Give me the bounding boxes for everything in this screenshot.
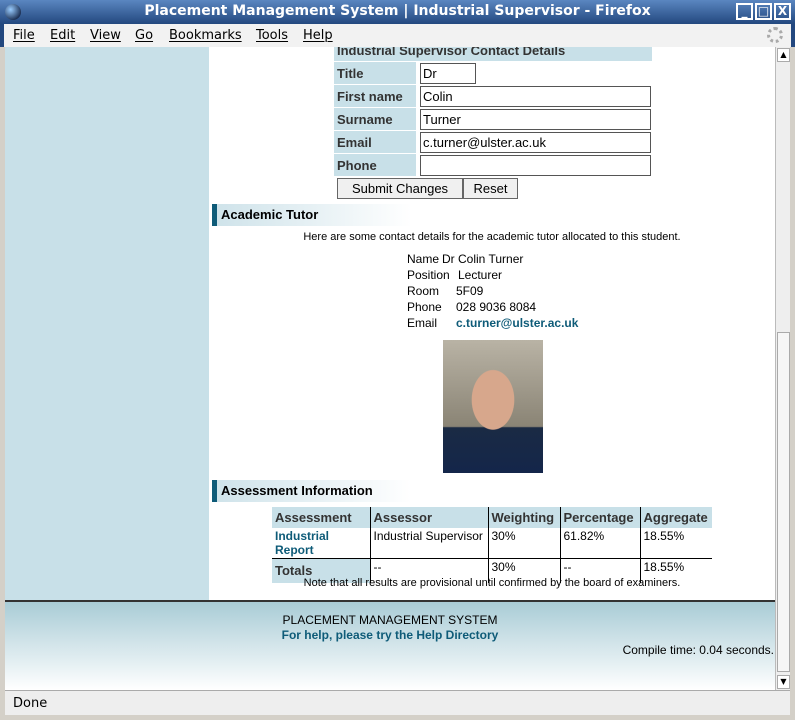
name-key: Name [407, 252, 440, 266]
industrial-report-link[interactable]: Industrial Report [275, 529, 329, 557]
submit-changes-button[interactable]: Submit Changes [337, 178, 463, 199]
menu-edit[interactable]: Edit [50, 28, 75, 43]
email-key: Email [407, 316, 438, 330]
table-row: Industrial Report Industrial Supervisor 30… [272, 528, 712, 559]
window-titlebar: Placement Management System | Industrial… [0, 0, 795, 24]
assessor-cell: Industrial Supervisor [370, 528, 489, 559]
col-weighting: Weighting [488, 507, 561, 528]
tutor-email-link[interactable]: c.turner@ulster.ac.uk [456, 316, 578, 330]
supervisor-heading: Industrial Supervisor Contact Details [334, 47, 652, 61]
surname-label: Surname [334, 108, 416, 130]
email-input[interactable] [420, 132, 651, 153]
title-input[interactable] [420, 63, 476, 84]
close-button[interactable]: X [774, 3, 791, 20]
academic-tutor-heading: Academic Tutor [212, 204, 412, 226]
col-assessment: Assessment [272, 507, 371, 528]
name-value: Dr Colin Turner [442, 252, 524, 266]
position-key: Position [407, 268, 450, 282]
col-assessor: Assessor [370, 507, 489, 528]
menu-help[interactable]: Help [303, 28, 333, 43]
window-title: Placement Management System | Industrial… [144, 3, 651, 19]
assessment-table: Assessment Assessor Weighting Percentage Agg… [272, 507, 712, 583]
tutor-intro: Here are some contact details for the ac… [303, 231, 681, 243]
status-bar: Done [5, 690, 790, 715]
menu-bookmarks[interactable]: Bookmarks [169, 28, 242, 43]
phone-input[interactable] [420, 155, 651, 176]
scroll-down-icon[interactable]: ▼ [777, 675, 790, 689]
phone-key: Phone [407, 300, 442, 314]
title-label: Title [334, 62, 416, 84]
vertical-scrollbar[interactable]: ▲ ▼ [775, 47, 790, 690]
aggregate-cell: 18.55% [643, 529, 685, 543]
position-value: Lecturer [458, 268, 503, 282]
surname-input[interactable] [420, 109, 651, 130]
page-content: Industrial Supervisor Contact Details Ti… [5, 47, 775, 690]
throbber-icon [767, 27, 783, 43]
provisional-note: Note that all results are provisional un… [303, 577, 681, 589]
email-label: Email [334, 131, 416, 153]
phone-value: 028 9036 8084 [456, 300, 537, 314]
menu-file[interactable]: File [13, 28, 35, 43]
footer: PLACEMENT MANAGEMENT SYSTEM For help, pl… [5, 600, 775, 690]
weighting-cell: 30% [488, 528, 561, 559]
compile-time: Compile time: 0.04 seconds. [622, 643, 774, 657]
percentage-cell: 61.82% [560, 528, 641, 559]
reset-button[interactable]: Reset [463, 178, 518, 199]
room-key: Room [407, 284, 440, 298]
system-name: PLACEMENT MANAGEMENT SYSTEM [282, 613, 498, 627]
help-directory-link[interactable]: For help, please try the Help Directory [282, 628, 499, 642]
menu-view[interactable]: View [90, 28, 121, 43]
menu-bar: File Edit View Go Bookmarks Tools Help [0, 24, 795, 47]
scroll-up-icon[interactable]: ▲ [777, 48, 790, 62]
minimize-button[interactable]: _ [736, 3, 753, 20]
menu-go[interactable]: Go [135, 28, 153, 43]
maximize-button[interactable]: □ [755, 3, 772, 20]
col-aggregate: Aggregate [640, 507, 712, 528]
tutor-photo [443, 340, 543, 473]
first-name-input[interactable] [420, 86, 651, 107]
room-value: 5F09 [456, 284, 484, 298]
first-name-label: First name [334, 85, 416, 107]
phone-label: Phone [334, 154, 416, 176]
menu-tools[interactable]: Tools [256, 28, 288, 43]
scroll-thumb[interactable] [777, 332, 790, 672]
sidebar [5, 47, 209, 600]
col-percentage: Percentage [560, 507, 641, 528]
assessment-heading: Assessment Information [212, 480, 412, 502]
